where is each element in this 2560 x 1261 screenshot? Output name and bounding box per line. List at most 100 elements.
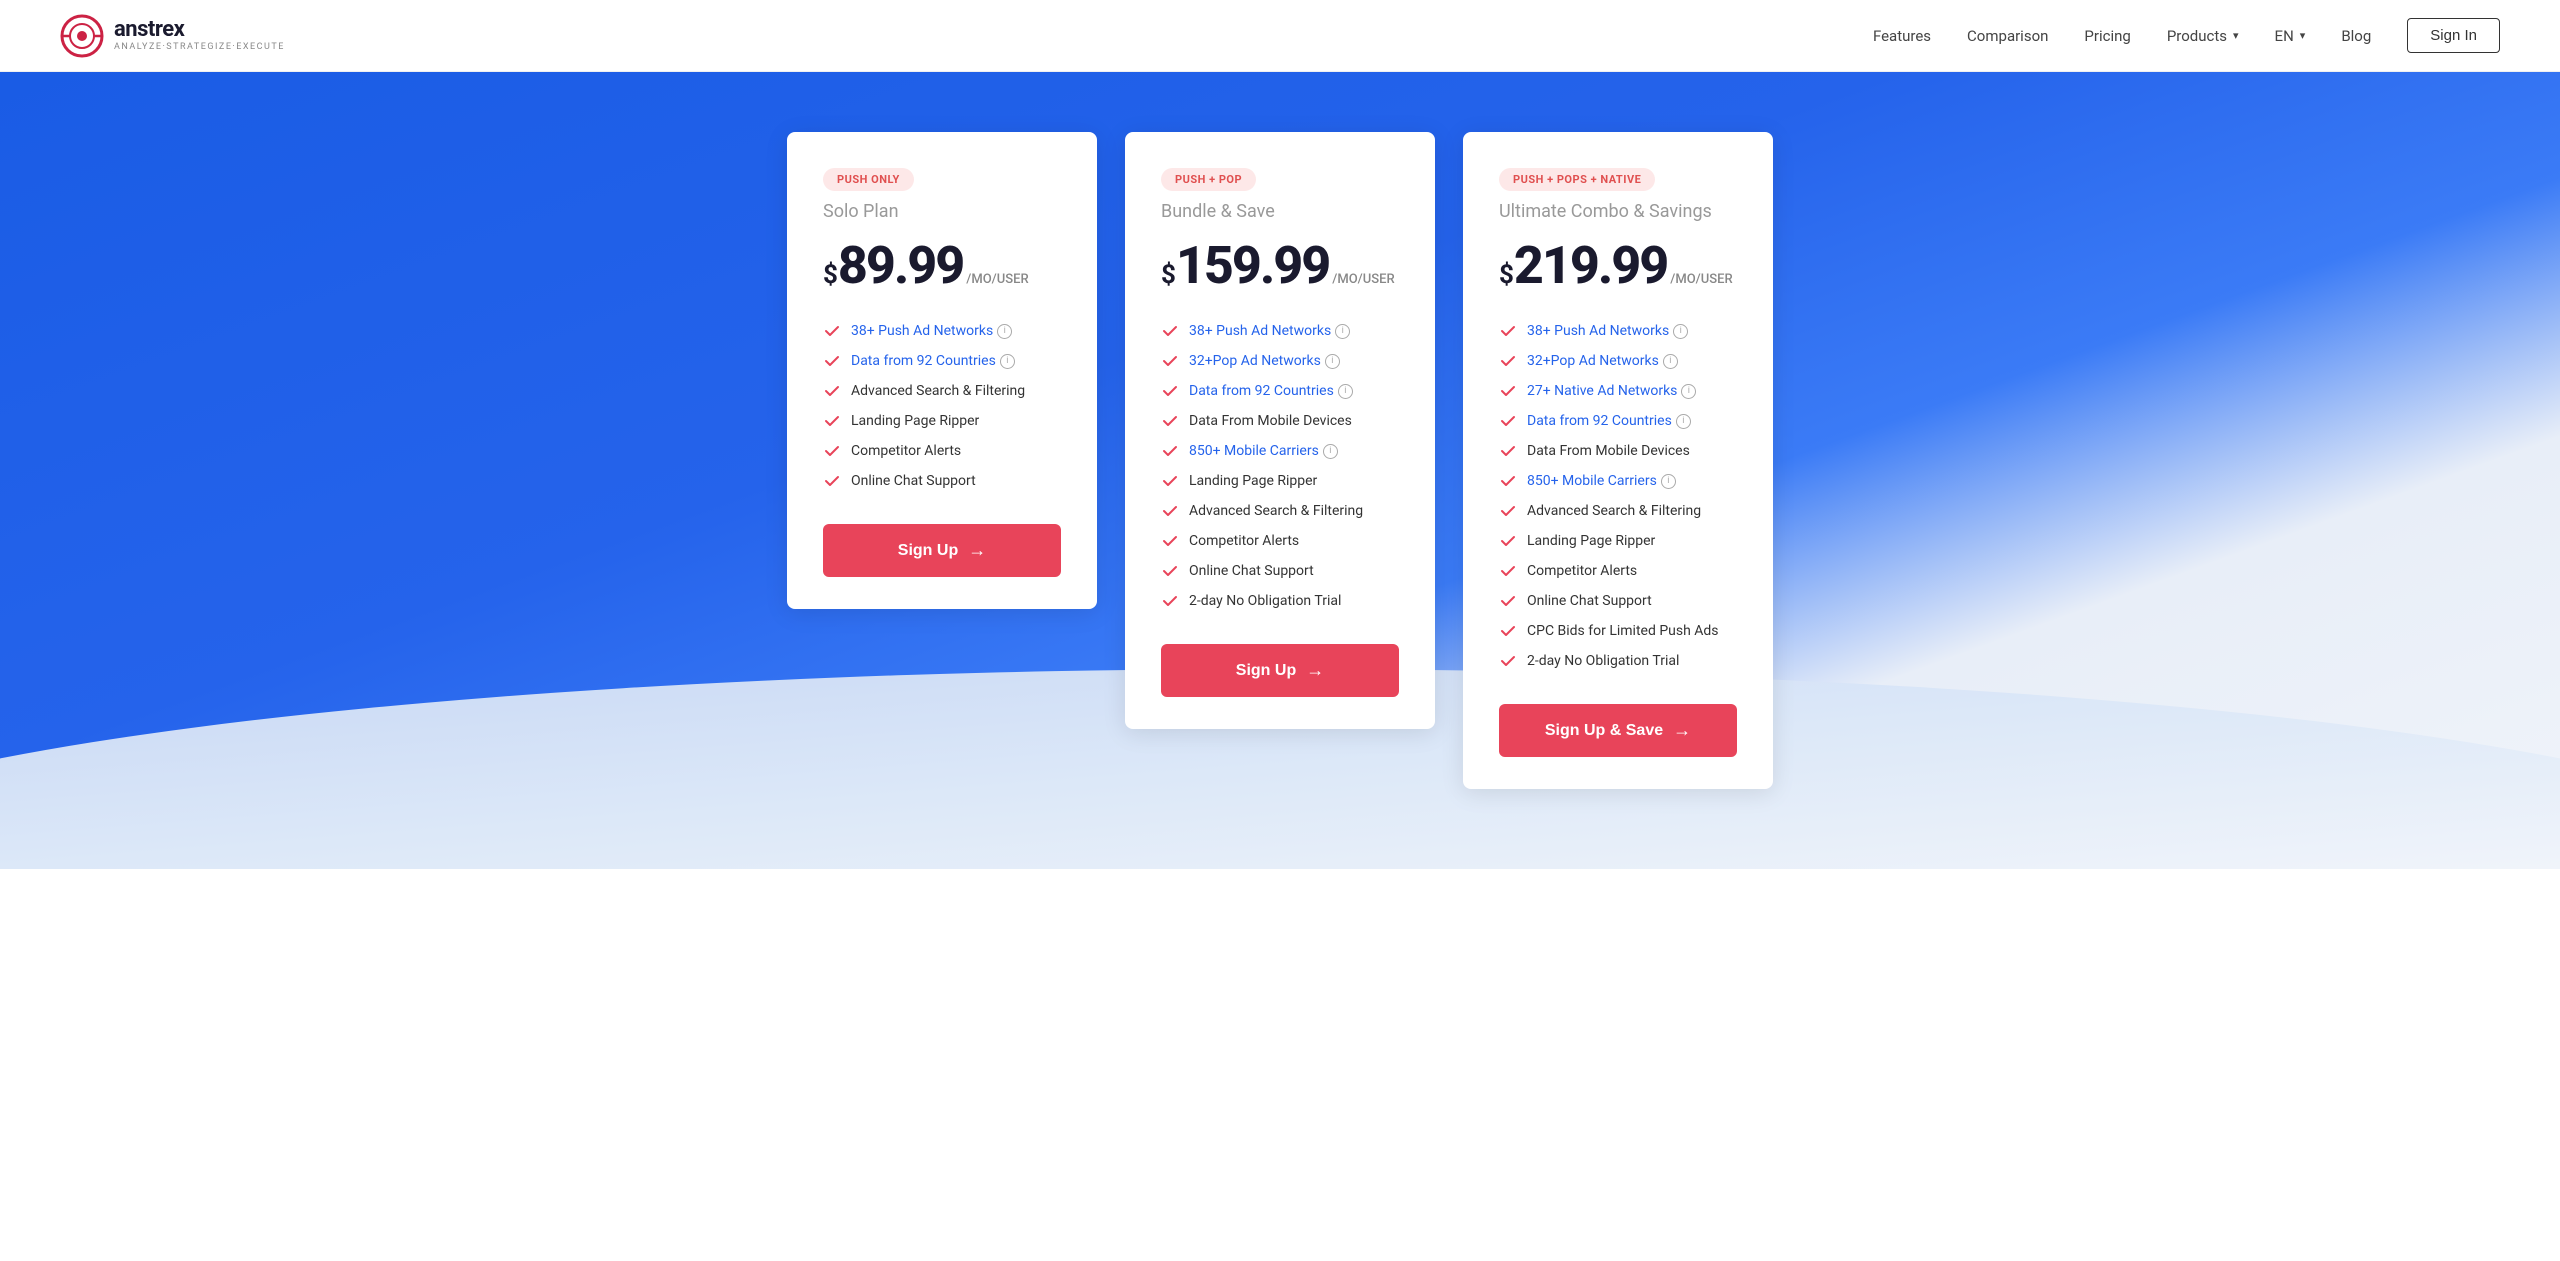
price-unit-solo: /MO/USER [966,272,1028,287]
plan-solo: PUSH ONLY Solo Plan $ 89.99 /MO/USER 38+… [787,132,1097,609]
check-icon [1161,472,1179,490]
feature-text: 850+ Mobile Carriers i [1527,473,1676,489]
feature-text: Advanced Search & Filtering [1527,503,1701,519]
plan-name-ultimate: Ultimate Combo & Savings [1499,201,1737,222]
pricing-section: PUSH ONLY Solo Plan $ 89.99 /MO/USER 38+… [0,72,2560,869]
feature-link[interactable]: Data from 92 Countries [851,353,996,369]
features-list-solo: 38+ Push Ad Networks i Data from 92 Count… [823,316,1061,496]
info-icon[interactable]: i [1325,354,1340,369]
info-icon[interactable]: i [1323,444,1338,459]
nav-comparison[interactable]: Comparison [1967,27,2048,45]
list-item: Landing Page Ripper [1161,466,1399,496]
feature-link[interactable]: 38+ Push Ad Networks [1527,323,1669,339]
feature-link[interactable]: 38+ Push Ad Networks [851,323,993,339]
nav-pricing[interactable]: Pricing [2084,27,2130,45]
price-unit-bundle: /MO/USER [1332,272,1394,287]
check-icon [823,472,841,490]
feature-link[interactable]: 32+Pop Ad Networks [1527,353,1659,369]
signup-label: Sign Up [898,542,958,560]
feature-text: Data from 92 Countries i [1189,383,1353,399]
list-item: Data From Mobile Devices [1499,436,1737,466]
feature-text: Data From Mobile Devices [1527,443,1690,459]
price-amount-bundle: 159.99 [1176,240,1329,292]
list-item: Online Chat Support [823,466,1061,496]
plan-name-bundle: Bundle & Save [1161,201,1399,222]
signup-button-ultimate[interactable]: Sign Up & Save → [1499,704,1737,757]
feature-text: 32+Pop Ad Networks i [1189,353,1340,369]
info-icon[interactable]: i [1676,414,1691,429]
feature-link[interactable]: 32+Pop Ad Networks [1189,353,1321,369]
feature-text: Competitor Alerts [851,443,961,459]
check-icon [1161,412,1179,430]
nav-blog[interactable]: Blog [2341,27,2371,45]
feature-text: 38+ Push Ad Networks i [851,323,1012,339]
list-item: Data From Mobile Devices [1161,406,1399,436]
plan-name-solo: Solo Plan [823,201,1061,222]
pricing-cards: PUSH ONLY Solo Plan $ 89.99 /MO/USER 38+… [730,132,1830,789]
price-row-bundle: $ 159.99 /MO/USER [1161,240,1399,292]
check-icon [1161,352,1179,370]
plan-bundle: PUSH + POP Bundle & Save $ 159.99 /MO/US… [1125,132,1435,729]
list-item: 32+Pop Ad Networks i [1499,346,1737,376]
signup-button-bundle[interactable]: Sign Up → [1161,644,1399,697]
feature-text: Advanced Search & Filtering [1189,503,1363,519]
feature-text: Competitor Alerts [1527,563,1637,579]
feature-text: 38+ Push Ad Networks i [1189,323,1350,339]
list-item: 38+ Push Ad Networks i [823,316,1061,346]
feature-text: Data from 92 Countries i [1527,413,1691,429]
check-icon [1499,622,1517,640]
info-icon[interactable]: i [997,324,1012,339]
plan-ultimate: PUSH + POPS + NATIVE Ultimate Combo & Sa… [1463,132,1773,789]
check-icon [1161,532,1179,550]
price-amount-ultimate: 219.99 [1514,240,1667,292]
feature-link[interactable]: 27+ Native Ad Networks [1527,383,1677,399]
feature-text: 27+ Native Ad Networks i [1527,383,1696,399]
info-icon[interactable]: i [1000,354,1015,369]
logo[interactable]: anstrex Analyze·Strategize·Execute [60,14,285,58]
list-item: 2-day No Obligation Trial [1161,586,1399,616]
feature-link[interactable]: 38+ Push Ad Networks [1189,323,1331,339]
info-icon[interactable]: i [1335,324,1350,339]
list-item: 850+ Mobile Carriers i [1161,436,1399,466]
list-item: CPC Bids for Limited Push Ads [1499,616,1737,646]
feature-link[interactable]: Data from 92 Countries [1189,383,1334,399]
arrow-icon: → [968,540,986,561]
price-dollar-ultimate: $ [1499,262,1514,288]
check-icon [1499,562,1517,580]
list-item: 850+ Mobile Carriers i [1499,466,1737,496]
feature-text: Online Chat Support [1189,563,1314,579]
price-amount-solo: 89.99 [838,240,963,292]
check-icon [823,412,841,430]
feature-text: CPC Bids for Limited Push Ads [1527,623,1719,639]
feature-link[interactable]: 850+ Mobile Carriers [1527,473,1657,489]
info-icon[interactable]: i [1338,384,1353,399]
nav-lang[interactable]: EN [2275,27,2306,45]
signin-button[interactable]: Sign In [2407,18,2500,53]
info-icon[interactable]: i [1663,354,1678,369]
list-item: Advanced Search & Filtering [1499,496,1737,526]
list-item: Competitor Alerts [823,436,1061,466]
nav-products[interactable]: Products [2167,27,2239,45]
list-item: Online Chat Support [1161,556,1399,586]
features-list-ultimate: 38+ Push Ad Networks i 32+Pop Ad Networks… [1499,316,1737,676]
list-item: 38+ Push Ad Networks i [1499,316,1737,346]
feature-link[interactable]: Data from 92 Countries [1527,413,1672,429]
list-item: Advanced Search & Filtering [1161,496,1399,526]
info-icon[interactable]: i [1673,324,1688,339]
list-item: Data from 92 Countries i [823,346,1061,376]
info-icon[interactable]: i [1681,384,1696,399]
check-icon [1161,442,1179,460]
check-icon [1499,412,1517,430]
info-icon[interactable]: i [1661,474,1676,489]
feature-text: Online Chat Support [1527,593,1652,609]
check-icon [823,382,841,400]
plan-badge-bundle: PUSH + POP [1161,168,1256,191]
feature-text: Landing Page Ripper [1527,533,1655,549]
list-item: Landing Page Ripper [823,406,1061,436]
check-icon [1499,322,1517,340]
feature-text: Online Chat Support [851,473,976,489]
arrow-icon: → [1306,660,1324,681]
signup-button-solo[interactable]: Sign Up → [823,524,1061,577]
nav-features[interactable]: Features [1873,27,1931,45]
feature-link[interactable]: 850+ Mobile Carriers [1189,443,1319,459]
